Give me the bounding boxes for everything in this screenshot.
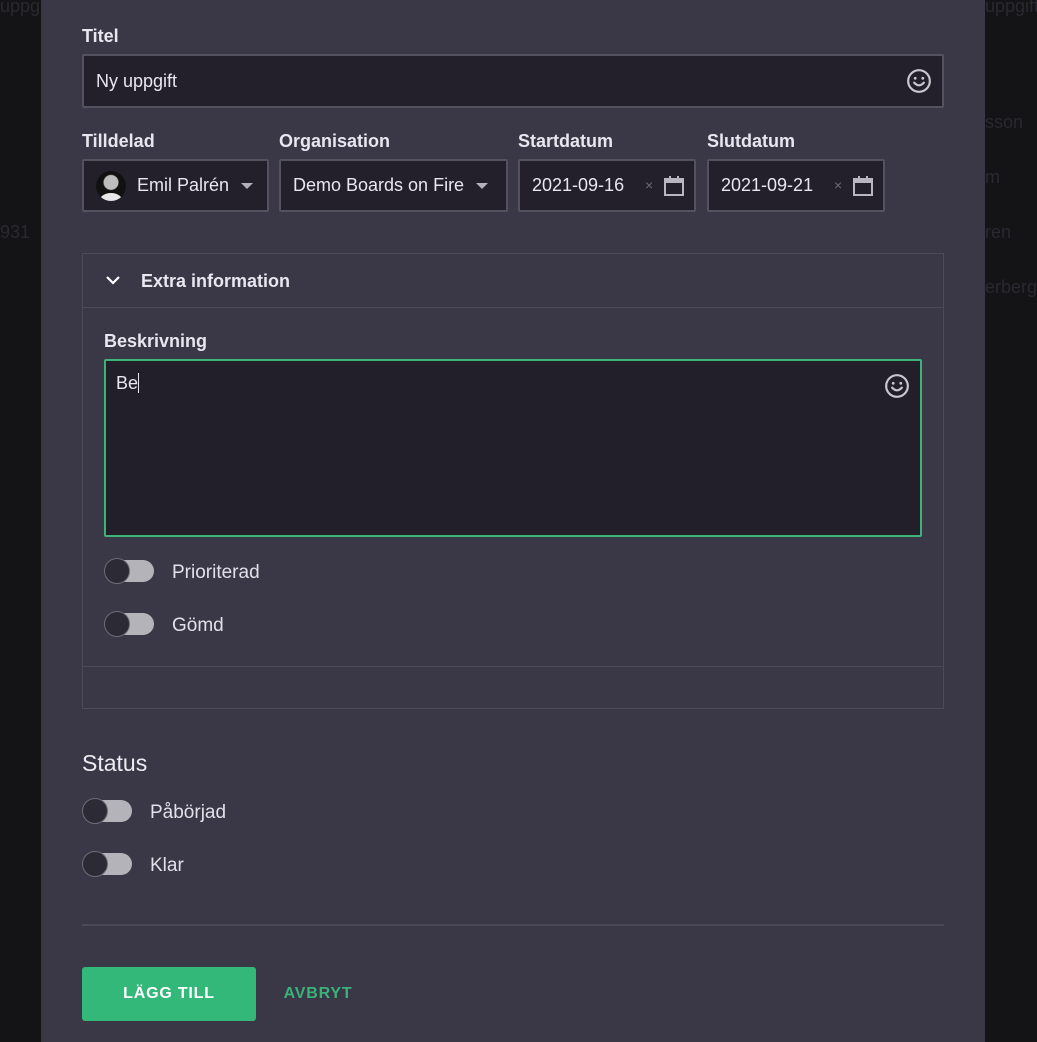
- start-date-input[interactable]: 2021-09-16 ×: [518, 159, 696, 212]
- chevron-down-icon: [241, 182, 254, 189]
- hidden-label: Gömd: [172, 615, 224, 636]
- clear-icon[interactable]: ×: [645, 177, 653, 193]
- done-label: Klar: [150, 855, 184, 876]
- background-text: m: [985, 167, 1000, 187]
- calendar-icon[interactable]: [852, 175, 874, 197]
- description-value: Be: [116, 373, 139, 393]
- calendar-icon[interactable]: [663, 175, 685, 197]
- emoji-icon[interactable]: [906, 68, 932, 94]
- chevron-down-icon: [476, 182, 489, 189]
- prioritized-label: Prioriterad: [172, 562, 260, 583]
- organisation-value: Demo Boards on Fire: [293, 175, 465, 195]
- text-cursor: [138, 373, 140, 393]
- title-label: Titel: [82, 26, 119, 46]
- extra-information-header[interactable]: Extra information: [83, 254, 943, 308]
- end-date-value: 2021-09-21: [721, 175, 814, 195]
- background-text: 931: [0, 222, 31, 242]
- add-button[interactable]: LÄGG TILL: [82, 967, 256, 1021]
- emoji-icon[interactable]: [884, 373, 910, 399]
- prioritized-toggle[interactable]: [104, 558, 155, 584]
- assigned-select[interactable]: Emil Palrén: [82, 159, 269, 212]
- end-date-label: Slutdatum: [707, 131, 795, 151]
- cancel-button[interactable]: AVBRYT: [273, 967, 363, 1021]
- avatar: [96, 170, 126, 201]
- start-date-label: Startdatum: [518, 131, 614, 151]
- clear-icon[interactable]: ×: [834, 177, 842, 193]
- description-textarea[interactable]: Be: [104, 359, 922, 537]
- status-title: Status: [82, 750, 148, 776]
- end-date-input[interactable]: 2021-09-21 ×: [707, 159, 885, 212]
- description-label: Beskrivning: [104, 331, 208, 351]
- new-task-modal: Titel Ny uppgift Tilldelad Emil Palrén O…: [41, 0, 985, 1042]
- background-text: erberg: [985, 277, 1037, 297]
- start-date-value: 2021-09-16: [532, 175, 625, 195]
- assigned-value: Emil Palrén: [137, 175, 230, 195]
- background-text: ren: [985, 222, 1012, 242]
- background-text: uppgifter: [985, 0, 1037, 16]
- footer-divider: [82, 924, 944, 926]
- title-value: Ny uppgift: [96, 70, 178, 91]
- chevron-down-icon: [106, 276, 120, 285]
- organisation-label: Organisation: [279, 131, 391, 151]
- extra-information-title: Extra information: [141, 271, 291, 291]
- hidden-toggle[interactable]: [104, 611, 155, 637]
- panel-divider: [83, 666, 943, 667]
- organisation-select[interactable]: Demo Boards on Fire: [279, 159, 508, 212]
- started-label: Påbörjad: [150, 802, 227, 823]
- title-input[interactable]: Ny uppgift: [82, 54, 944, 108]
- assigned-label: Tilldelad: [82, 131, 155, 151]
- done-toggle[interactable]: [82, 851, 133, 877]
- background-text: sson: [985, 112, 1024, 132]
- started-toggle[interactable]: [82, 798, 133, 824]
